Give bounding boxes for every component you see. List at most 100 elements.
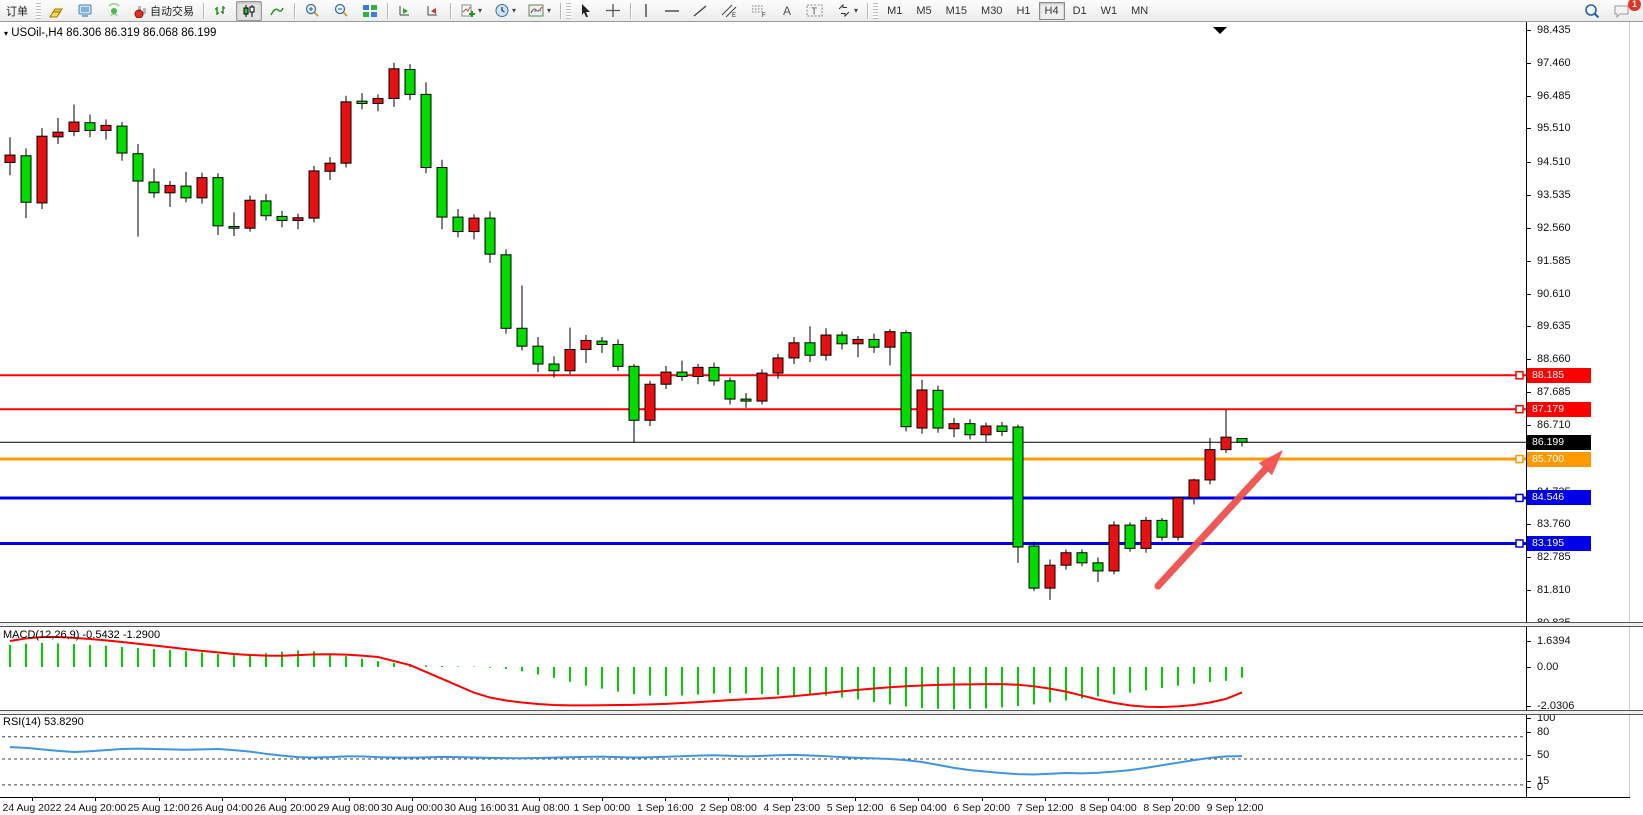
- price-tick-label: 98.435: [1537, 24, 1571, 36]
- terminal-button[interactable]: [72, 1, 99, 21]
- search-icon: [1583, 3, 1601, 19]
- timeframe-button-m15[interactable]: M15: [940, 2, 973, 20]
- price-tick-label: 94.510: [1537, 156, 1571, 168]
- periods-button[interactable]: ▾: [489, 1, 521, 21]
- periods-icon: [494, 3, 510, 18]
- indicators-icon: [460, 3, 476, 18]
- autotrading-button[interactable]: 自动交易: [129, 1, 199, 21]
- new-order-button[interactable]: 订单: [1, 1, 33, 21]
- time-label: 30 Aug 16:00: [444, 802, 506, 814]
- time-label: 1 Sep 00:00: [574, 802, 631, 814]
- time-label: 25 Aug 12:00: [128, 802, 190, 814]
- channel-button[interactable]: E: [715, 1, 743, 21]
- auto-scroll-icon: [397, 4, 413, 18]
- indicators-button[interactable]: ▾: [455, 1, 487, 21]
- macd-tick: [1526, 667, 1531, 668]
- price-tick-label: 95.510: [1537, 122, 1571, 134]
- gold-icon: [49, 4, 65, 18]
- price-tick-label: 93.535: [1537, 189, 1571, 201]
- price-line-badge: 85.700: [1527, 452, 1591, 467]
- candlestick-chart-button[interactable]: [236, 1, 262, 21]
- time-label: 30 Aug 00:00: [381, 802, 443, 814]
- timeframe-button-m1[interactable]: M1: [881, 2, 908, 20]
- cursor-button[interactable]: [574, 1, 598, 21]
- price-tick: [1526, 195, 1531, 196]
- arrows-button[interactable]: ▾: [831, 1, 863, 21]
- templates-dropdown-icon[interactable]: ▾: [547, 6, 551, 15]
- price-line-badge: 83.195: [1527, 536, 1591, 551]
- time-tick: [1235, 797, 1236, 801]
- time-tick: [222, 797, 223, 801]
- signal-button[interactable]: [101, 1, 127, 21]
- timeframe-button-w1[interactable]: W1: [1095, 2, 1124, 20]
- vertical-line-icon: [640, 3, 652, 18]
- text-label-icon: T: [806, 3, 824, 18]
- zoom-in-icon: [304, 3, 321, 18]
- macd-tick: [1526, 641, 1531, 642]
- price-tick-label: 88.660: [1537, 353, 1571, 365]
- price-tick: [1526, 359, 1531, 360]
- vertical-line-button[interactable]: [635, 1, 657, 21]
- notifications-button[interactable]: 1: [1608, 1, 1636, 21]
- time-tick: [349, 797, 350, 801]
- horizontal-line-button[interactable]: [659, 1, 685, 21]
- macd-tick: [1526, 706, 1531, 707]
- arrows-dropdown-icon[interactable]: ▾: [854, 6, 858, 15]
- tile-windows-button[interactable]: [357, 1, 383, 21]
- svg-text:A: A: [783, 4, 791, 18]
- line-chart-button[interactable]: [264, 1, 290, 21]
- time-label: 7 Sep 12:00: [1017, 802, 1074, 814]
- chart-area[interactable]: ▾ USOil-,H4 86.306 86.319 86.068 86.199 …: [0, 22, 1643, 815]
- time-tick: [412, 797, 413, 801]
- time-label: 9 Sep 12:00: [1207, 802, 1264, 814]
- fibonacci-icon: F: [750, 3, 768, 18]
- auto-scroll-button[interactable]: [392, 1, 418, 21]
- timeframe-button-h1[interactable]: H1: [1010, 2, 1036, 20]
- bar-chart-button[interactable]: [208, 1, 234, 21]
- text-button[interactable]: A: [775, 1, 799, 21]
- toolbar-grip[interactable]: [873, 3, 878, 19]
- periods-dropdown-icon[interactable]: ▾: [512, 6, 516, 15]
- price-tick: [1526, 590, 1531, 591]
- zoom-in-button[interactable]: [299, 1, 326, 21]
- toolbar-grip[interactable]: [566, 3, 571, 19]
- time-tick: [855, 797, 856, 801]
- trading-terminal: 订单 自动交易: [0, 0, 1643, 815]
- autotrading-label: 自动交易: [150, 3, 194, 19]
- svg-text:T: T: [811, 7, 817, 18]
- chevron-down-icon[interactable]: ▾: [4, 29, 8, 38]
- price-tick: [1526, 392, 1531, 393]
- text-label-button[interactable]: T: [801, 1, 829, 21]
- trendline-button[interactable]: [687, 1, 713, 21]
- price-tick: [1526, 162, 1531, 163]
- templates-button[interactable]: ▾: [523, 1, 556, 21]
- price-tick-label: 97.460: [1537, 57, 1571, 69]
- time-tick: [475, 797, 476, 801]
- timeframe-button-d1[interactable]: D1: [1067, 2, 1093, 20]
- crosshair-button[interactable]: [600, 1, 626, 21]
- indicators-dropdown-icon[interactable]: ▾: [478, 6, 482, 15]
- autotrading-icon: [134, 4, 150, 18]
- price-tick: [1526, 261, 1531, 262]
- rsi-tick-label: 80: [1537, 726, 1549, 738]
- time-tick: [1108, 797, 1109, 801]
- rsi-tick: [1526, 755, 1531, 756]
- timeframe-button-h4[interactable]: H4: [1039, 2, 1065, 20]
- panel-splitter-rsi[interactable]: [0, 710, 1643, 715]
- gold-button[interactable]: [44, 1, 70, 21]
- notification-badge: 1: [1628, 0, 1641, 11]
- fibonacci-button[interactable]: F: [745, 1, 773, 21]
- timeframe-button-mn[interactable]: MN: [1125, 2, 1154, 20]
- time-tick: [32, 797, 33, 801]
- timeframe-button-m5[interactable]: M5: [910, 2, 937, 20]
- time-label: 24 Aug 2022: [3, 802, 62, 814]
- toolbar-grip[interactable]: [36, 3, 41, 19]
- time-label: 31 Aug 08:00: [508, 802, 570, 814]
- chart-shift-button[interactable]: [420, 1, 446, 21]
- toolbar-separator: [203, 3, 204, 19]
- timeframe-button-m30[interactable]: M30: [975, 2, 1008, 20]
- zoom-out-button[interactable]: [328, 1, 355, 21]
- panel-splitter-macd[interactable]: [0, 622, 1643, 627]
- search-button[interactable]: [1578, 1, 1606, 21]
- rsi-tick: [1526, 781, 1531, 782]
